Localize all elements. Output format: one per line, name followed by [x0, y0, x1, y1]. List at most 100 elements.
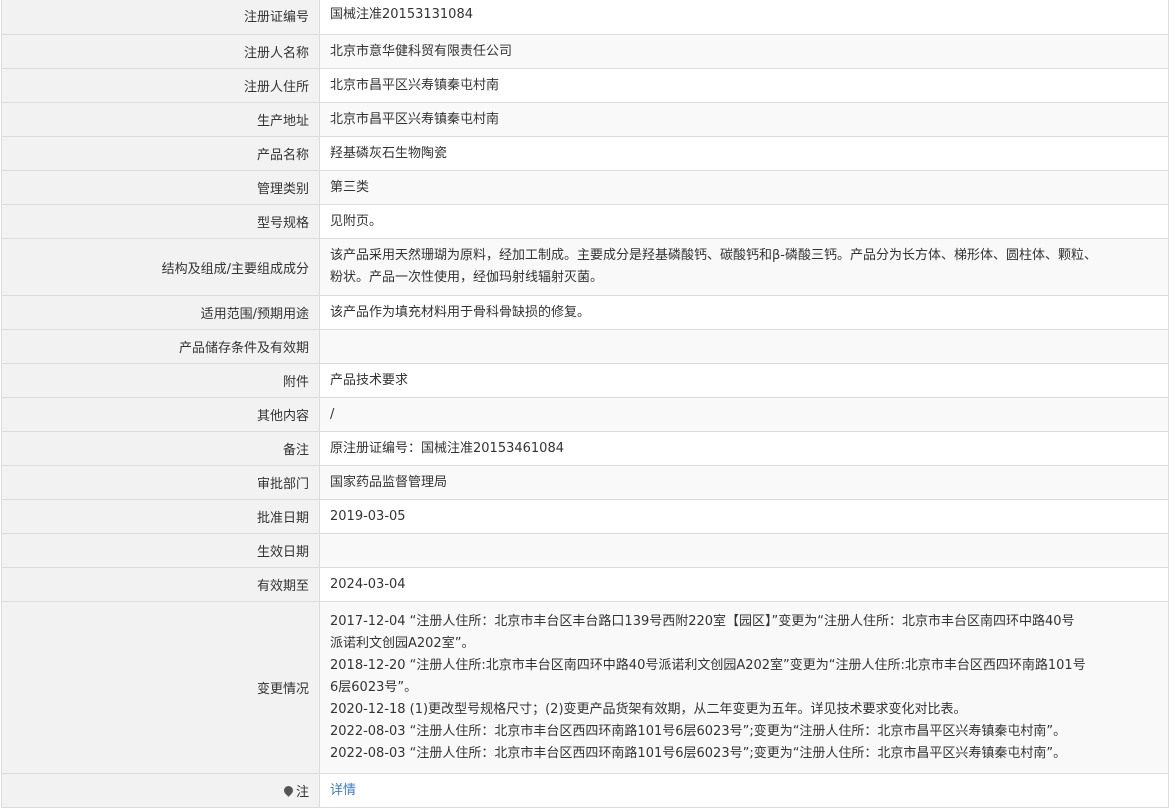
other-content-label: 其他内容 — [256, 409, 309, 424]
model-spec-value: 见附页。 — [330, 213, 383, 229]
effective-date-label-cell: 生效日期 — [1, 533, 320, 568]
registration-info-table: 注册证编号 国械注准20153131084 注册人名称 北京市意华健科贸有限责任公司注… — [1, 0, 1169, 808]
registration-number-value: 国械注准20153131084 — [330, 7, 473, 22]
effective-date-label: 生效日期 — [256, 545, 309, 560]
storage-validity-value-cell — [319, 329, 1169, 364]
remarks-label-cell: 备注 — [1, 431, 320, 466]
change-history-line: 2018-12-20 “注册人住所:北京市丰台区南四环中路40号派诺利文创园A2… — [330, 657, 1086, 673]
other-content-label-cell: 其他内容 — [1, 397, 320, 432]
change-history-line: 2017-12-04 “注册人住所：北京市丰台区丰台路口139号西附220室【园… — [330, 613, 1075, 629]
registrant-name-label-cell: 注册人名称 — [1, 34, 320, 69]
registrant-name-value: 北京市意华健科贸有限责任公司 — [330, 43, 513, 59]
note-value-cell: 详情 — [319, 773, 1169, 808]
management-category-value: 第三类 — [330, 179, 370, 195]
registrant-address-label: 注册人住所 — [243, 80, 309, 95]
registrant-address-value: 北京市昌平区兴寿镇秦屯村南 — [330, 77, 500, 93]
pin-icon — [282, 784, 295, 797]
approval-date-label: 批准日期 — [256, 511, 309, 526]
product-name-label: 产品名称 — [256, 148, 309, 163]
note-label-cell: 注 — [1, 773, 320, 808]
management-category-value-cell: 第三类 — [319, 170, 1169, 205]
production-address-value-cell: 北京市昌平区兴寿镇秦屯村南 — [319, 102, 1169, 137]
row-management-category: 管理类别 第三类 — [1, 170, 1169, 205]
intended-use-label-cell: 适用范围/预期用途 — [1, 295, 320, 330]
registration-number-label: 注册证编号 — [243, 9, 309, 25]
registrant-name-label: 注册人名称 — [243, 46, 309, 61]
row-intended-use: 适用范围/预期用途 该产品作为填充材料用于骨科骨缺损的修复。 — [1, 295, 1169, 330]
structure-composition-line: 粉状。产品一次性使用，经伽玛射线辐射灭菌。 — [330, 270, 604, 285]
product-name-value-cell: 羟基磷灰石生物陶瓷 — [319, 136, 1169, 171]
model-spec-label: 型号规格 — [256, 216, 309, 231]
registrant-name-value-cell: 北京市意华健科贸有限责任公司 — [319, 34, 1169, 69]
structure-composition-label-cell: 结构及组成/主要组成成分 — [1, 238, 320, 296]
expiry-date-value-cell: 2024-03-04 — [319, 567, 1169, 602]
structure-composition-value-cell: 该产品采用天然珊瑚为原料，经加工制成。主要成分是羟基磷酸钙、碳酸钙和β-磷酸三钙… — [319, 238, 1169, 296]
model-spec-value-cell: 见附页。 — [319, 204, 1169, 239]
change-history-line: 6层6023号”。 — [330, 679, 418, 695]
attachment-value-cell: 产品技术要求 — [319, 363, 1169, 398]
intended-use-value: 该产品作为填充材料用于骨科骨缺损的修复。 — [330, 304, 591, 320]
row-storage-validity: 产品储存条件及有效期 — [1, 329, 1169, 364]
registration-number-label-cell: 注册证编号 — [1, 0, 320, 35]
attachment-label-cell: 附件 — [1, 363, 320, 398]
change-history-line: 派诺利文创园A202室”。 — [330, 635, 475, 651]
storage-validity-label: 产品储存条件及有效期 — [178, 341, 309, 356]
row-structure-composition: 结构及组成/主要组成成分 该产品采用天然珊瑚为原料，经加工制成。主要成分是羟基磷酸… — [1, 238, 1169, 296]
model-spec-label-cell: 型号规格 — [1, 204, 320, 239]
change-history-value-cell: 2017-12-04 “注册人住所：北京市丰台区丰台路口139号西附220室【园… — [319, 601, 1169, 774]
attachment-value: 产品技术要求 — [330, 372, 409, 388]
row-approval-date: 批准日期 2019-03-05 — [1, 499, 1169, 534]
expiry-date-label-cell: 有效期至 — [1, 567, 320, 602]
remarks-value: 原注册证编号：国械注准20153461084 — [330, 440, 564, 456]
row-remarks: 备注 原注册证编号：国械注准20153461084 — [1, 431, 1169, 466]
row-registration-number: 注册证编号 国械注准20153131084 — [1, 0, 1169, 35]
change-history-line: 2020-12-18 (1)更改型号规格尺寸；(2)变更产品货架有效期，从二年变… — [330, 701, 967, 717]
approval-date-value: 2019-03-05 — [330, 508, 406, 524]
expiry-date-value: 2024-03-04 — [330, 576, 406, 592]
effective-date-value-cell — [319, 533, 1169, 568]
row-expiry-date: 有效期至 2024-03-04 — [1, 567, 1169, 602]
change-history-label-cell: 变更情况 — [1, 601, 320, 774]
structure-composition-label: 结构及组成/主要组成成分 — [161, 261, 309, 277]
approval-date-label-cell: 批准日期 — [1, 499, 320, 534]
approval-department-label: 审批部门 — [256, 477, 309, 492]
row-effective-date: 生效日期 — [1, 533, 1169, 568]
product-name-label-cell: 产品名称 — [1, 136, 320, 171]
production-address-label: 生产地址 — [256, 114, 309, 129]
detail-link[interactable]: 详情 — [330, 783, 356, 798]
row-note: 注详情 — [1, 773, 1169, 808]
registration-number-value-cell: 国械注准20153131084 — [319, 0, 1169, 35]
row-other-content: 其他内容 / — [1, 397, 1169, 432]
row-registrant-address: 注册人住所 北京市昌平区兴寿镇秦屯村南 — [1, 68, 1169, 103]
approval-department-value: 国家药品监督管理局 — [330, 474, 448, 490]
approval-department-label-cell: 审批部门 — [1, 465, 320, 500]
registrant-address-label-cell: 注册人住所 — [1, 68, 320, 103]
row-product-name: 产品名称 羟基磷灰石生物陶瓷 — [1, 136, 1169, 171]
intended-use-label: 适用范围/预期用途 — [200, 307, 309, 322]
registrant-address-value-cell: 北京市昌平区兴寿镇秦屯村南 — [319, 68, 1169, 103]
change-history-label: 变更情况 — [256, 682, 309, 697]
production-address-value: 北京市昌平区兴寿镇秦屯村南 — [330, 111, 500, 127]
structure-composition-line: 该产品采用天然珊瑚为原料，经加工制成。主要成分是羟基磷酸钙、碳酸钙和β-磷酸三钙… — [330, 248, 1097, 263]
row-approval-department: 审批部门 国家药品监督管理局 — [1, 465, 1169, 500]
production-address-label-cell: 生产地址 — [1, 102, 320, 137]
intended-use-value-cell: 该产品作为填充材料用于骨科骨缺损的修复。 — [319, 295, 1169, 330]
row-change-history: 变更情况 2017-12-04 “注册人住所：北京市丰台区丰台路口139号西附22… — [1, 601, 1169, 774]
approval-department-value-cell: 国家药品监督管理局 — [319, 465, 1169, 500]
management-category-label-cell: 管理类别 — [1, 170, 320, 205]
storage-validity-label-cell: 产品储存条件及有效期 — [1, 329, 320, 364]
other-content-value: / — [330, 406, 335, 422]
other-content-value-cell: / — [319, 397, 1169, 432]
management-category-label: 管理类别 — [256, 182, 309, 197]
attachment-label: 附件 — [282, 375, 309, 390]
row-model-spec: 型号规格 见附页。 — [1, 204, 1169, 239]
remarks-label: 备注 — [282, 443, 309, 458]
change-history-line: 2022-08-03 “注册人住所：北京市丰台区西四环南路101号6层6023号… — [330, 723, 1067, 739]
approval-date-value-cell: 2019-03-05 — [319, 499, 1169, 534]
expiry-date-label: 有效期至 — [256, 579, 309, 594]
product-name-value: 羟基磷灰石生物陶瓷 — [330, 145, 448, 161]
row-registrant-name: 注册人名称 北京市意华健科贸有限责任公司 — [1, 34, 1169, 69]
row-production-address: 生产地址 北京市昌平区兴寿镇秦屯村南 — [1, 102, 1169, 137]
remarks-value-cell: 原注册证编号：国械注准20153461084 — [319, 431, 1169, 466]
change-history-line: 2022-08-03 “注册人住所：北京市丰台区西四环南路101号6层6023号… — [330, 745, 1067, 761]
